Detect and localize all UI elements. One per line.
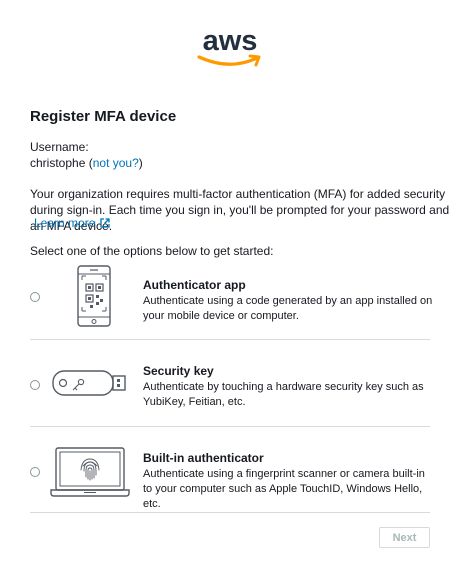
open-paren: ( (85, 156, 93, 170)
usb-key-icon (52, 370, 126, 396)
phone-qr-icon (77, 265, 111, 327)
option-description: Authenticate using a code generated by a… (143, 295, 433, 322)
option-title: Authenticator app (143, 278, 246, 292)
username-line: christophe (not you?) (30, 156, 143, 170)
username-value: christophe (30, 156, 86, 170)
close-paren: ) (138, 156, 143, 170)
option-title: Security key (143, 364, 214, 378)
option-security-key[interactable]: Security key Authenticate by touching a … (30, 341, 430, 427)
username-label: Username: (30, 140, 89, 154)
option-built-in-authenticator[interactable]: Built-in authenticator Authenticate usin… (30, 427, 430, 513)
option-description: Authenticate using a fingerprint scanner… (143, 468, 425, 510)
option-authenticator-app[interactable]: Authenticator app Authenticate using a c… (30, 254, 433, 340)
external-link-icon (100, 218, 111, 228)
option-title: Built-in authenticator (143, 451, 264, 465)
next-button[interactable]: Next (379, 527, 430, 548)
radio-built-in-authenticator[interactable] (30, 467, 40, 477)
learn-more-label: Learn more (34, 216, 96, 230)
learn-more-link[interactable]: Learn more (34, 216, 111, 230)
page-title: Register MFA device (30, 108, 177, 125)
option-description: Authenticate by touching a hardware secu… (143, 381, 424, 408)
mfa-registration-page: aws Register MFA device Username: christ… (0, 0, 474, 579)
aws-logo: aws (190, 24, 270, 72)
radio-security-key[interactable] (30, 380, 40, 390)
aws-smile-icon (197, 54, 261, 67)
not-you-link[interactable]: not you? (93, 156, 139, 170)
laptop-fingerprint-icon (50, 447, 130, 497)
aws-logo-text: aws (202, 25, 258, 57)
radio-authenticator-app[interactable] (30, 292, 40, 302)
